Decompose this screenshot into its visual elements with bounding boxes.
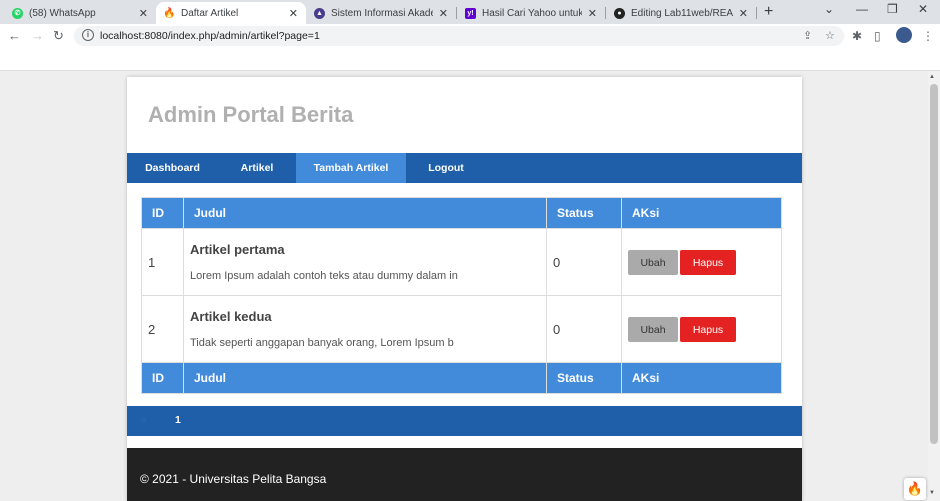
whatsapp-icon: ✆ [12, 7, 23, 19]
tab-separator [756, 7, 757, 19]
url-text[interactable]: localhost:8080/index.php/admin/artikel?p… [100, 30, 320, 42]
browser-toolbar: ← → ↻ i localhost:8080/index.php/admin/a… [0, 24, 940, 49]
article-excerpt: Tidak seperti anggapan banyak orang, Lor… [190, 337, 454, 349]
restore-icon[interactable]: ❐ [887, 2, 898, 16]
row-judul: Artikel pertama Lorem Ipsum adalah conto… [183, 228, 547, 296]
side-panel-icon[interactable]: ▯ [874, 29, 881, 43]
table-row: 2 Artikel kedua Tidak seperti anggapan b… [141, 295, 782, 363]
scrollbar-thumb[interactable] [930, 84, 938, 444]
address-bar[interactable]: i localhost:8080/index.php/admin/artikel… [74, 26, 844, 46]
footer-judul: Judul [183, 362, 547, 394]
page-container: Admin Portal Berita Dashboard Artikel Ta… [127, 77, 802, 501]
row-id: 2 [141, 295, 184, 363]
site-title: Admin Portal Berita [148, 102, 354, 127]
close-tab-icon[interactable]: ✕ [588, 7, 597, 20]
scroll-down-icon[interactable]: ▼ [929, 490, 935, 496]
close-tab-icon[interactable]: ✕ [439, 7, 448, 20]
tab-title: Daftar Artikel [181, 7, 239, 19]
yahoo-icon: y! [465, 7, 476, 19]
codeigniter-flame-icon: 🔥 [163, 7, 176, 19]
nav-logout[interactable]: Logout [406, 153, 486, 183]
close-window-icon[interactable]: ✕ [918, 2, 928, 16]
footer-id: ID [141, 362, 184, 394]
tab-github[interactable]: ● Editing Lab11web/README.m ✕ [606, 2, 756, 24]
tab-daftar-artikel[interactable]: 🔥 Daftar Artikel ✕ [156, 2, 306, 24]
site-header: Admin Portal Berita [127, 77, 802, 153]
new-tab-icon[interactable]: + [764, 3, 773, 21]
codeigniter-debug-toolbar-icon[interactable]: 🔥 [904, 478, 926, 500]
bookmark-star-icon[interactable]: ☆ [825, 29, 835, 42]
table-footer-row: ID Judul Status AKsi [141, 362, 782, 394]
site-info-icon[interactable]: i [82, 29, 94, 41]
tab-title: Hasil Cari Yahoo untuk memb [482, 7, 582, 19]
tab-whatsapp[interactable]: ✆ (58) WhatsApp ✕ [4, 2, 156, 24]
main-nav: Dashboard Artikel Tambah Artikel Logout [127, 153, 802, 183]
github-icon: ● [614, 7, 625, 19]
tab-title: Editing Lab11web/README.m [631, 7, 733, 19]
header-status: Status [546, 197, 622, 229]
scroll-up-icon[interactable]: ▲ [929, 74, 935, 80]
nav-dashboard[interactable]: Dashboard [127, 153, 218, 183]
article-table: ID Judul Status AKsi 1 Artikel pertama L… [141, 197, 782, 394]
university-icon: ▲ [314, 7, 325, 19]
row-status: 0 [546, 295, 622, 363]
pagination-prev[interactable]: « [141, 414, 147, 425]
article-title: Artikel pertama [190, 242, 285, 257]
header-id: ID [141, 197, 184, 229]
edit-button[interactable]: Ubah [628, 316, 678, 342]
close-tab-icon[interactable]: ✕ [139, 7, 148, 20]
tab-yahoo[interactable]: y! Hasil Cari Yahoo untuk memb ✕ [457, 2, 605, 24]
tab-title: (58) WhatsApp [29, 7, 96, 19]
close-tab-icon[interactable]: ✕ [289, 7, 298, 20]
tab-search-icon[interactable]: ⌄ [824, 2, 834, 16]
row-id: 1 [141, 228, 184, 296]
reload-icon[interactable]: ↻ [53, 28, 64, 44]
back-icon[interactable]: ← [8, 28, 21, 43]
row-status: 0 [546, 228, 622, 296]
row-judul: Artikel kedua Tidak seperti anggapan ban… [183, 295, 547, 363]
tab-sistem-informasi[interactable]: ▲ Sistem Informasi Akademik ✕ [306, 2, 456, 24]
minimize-icon[interactable]: — [856, 2, 868, 16]
row-actions: Ubah Hapus [621, 228, 782, 296]
footer-copyright: © 2021 - Universitas Pelita Bangsa [140, 472, 327, 486]
row-actions: Ubah Hapus [621, 295, 782, 363]
footer-aksi: AKsi [621, 362, 782, 394]
nav-artikel[interactable]: Artikel [218, 153, 296, 183]
article-title: Artikel kedua [190, 309, 272, 324]
share-icon[interactable]: ⇪ [803, 29, 812, 42]
extensions-icon[interactable]: ✱ [852, 29, 862, 43]
delete-button[interactable]: Hapus [680, 316, 736, 342]
table-row: 1 Artikel pertama Lorem Ipsum adalah con… [141, 228, 782, 296]
pagination-page-1[interactable]: 1 [175, 414, 181, 426]
close-tab-icon[interactable]: ✕ [739, 7, 748, 20]
forward-icon[interactable]: → [31, 28, 44, 43]
header-aksi: AKsi [621, 197, 782, 229]
pagination-bar: « 1 [127, 406, 802, 436]
edit-button[interactable]: Ubah [628, 249, 678, 275]
browser-tab-strip: ✆ (58) WhatsApp ✕ 🔥 Daftar Artikel ✕ ▲ S… [0, 0, 940, 24]
table-header-row: ID Judul Status AKsi [141, 197, 782, 229]
header-judul: Judul [183, 197, 547, 229]
site-footer: © 2021 - Universitas Pelita Bangsa [127, 448, 802, 501]
footer-status: Status [546, 362, 622, 394]
menu-icon[interactable]: ⋮ [922, 29, 934, 43]
nav-tambah-artikel[interactable]: Tambah Artikel [296, 153, 406, 183]
article-excerpt: Lorem Ipsum adalah contoh teks atau dumm… [190, 270, 458, 282]
tab-title: Sistem Informasi Akademik [331, 7, 433, 19]
profile-avatar[interactable] [896, 27, 912, 43]
delete-button[interactable]: Hapus [680, 249, 736, 275]
